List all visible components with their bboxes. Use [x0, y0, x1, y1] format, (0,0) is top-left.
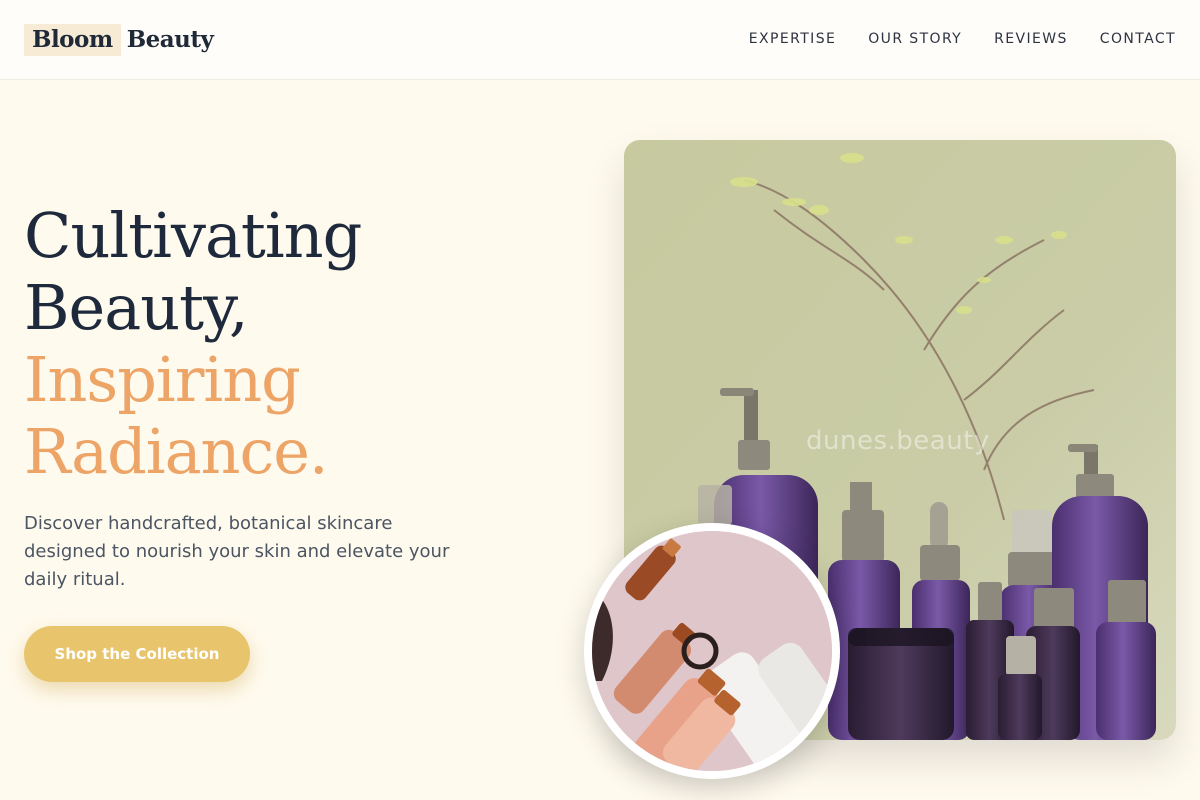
inset-product-image — [584, 523, 840, 779]
copper-bottles-illustration — [592, 531, 832, 771]
hero-description: Discover handcrafted, botanical skincare… — [24, 513, 450, 590]
nav-contact[interactable]: CONTACT — [1100, 29, 1176, 49]
logo-word-bloom: Bloom — [24, 24, 121, 56]
logo-word-beauty: Beauty — [126, 26, 214, 53]
hero-title-line-3: Inspiring — [24, 343, 301, 416]
hero-title-line-1: Cultivating — [24, 199, 362, 272]
logo[interactable]: Bloom Beauty — [24, 24, 214, 56]
site-header: Bloom Beauty EXPERTISE OUR STORY REVIEWS… — [0, 0, 1200, 80]
hero-title: Cultivating Beauty, Inspiring Radiance. — [24, 200, 544, 488]
nav-reviews[interactable]: REVIEWS — [994, 29, 1068, 49]
image-watermark: dunes.beauty — [806, 426, 990, 456]
hero-title-line-2: Beauty, — [24, 271, 249, 344]
main-nav: EXPERTISE OUR STORY REVIEWS CONTACT — [749, 29, 1176, 49]
hero-title-line-4: Radiance. — [24, 415, 329, 488]
shop-collection-button[interactable]: Shop the Collection — [24, 626, 250, 682]
nav-our-story[interactable]: OUR STORY — [868, 29, 962, 49]
nav-expertise[interactable]: EXPERTISE — [749, 29, 836, 49]
